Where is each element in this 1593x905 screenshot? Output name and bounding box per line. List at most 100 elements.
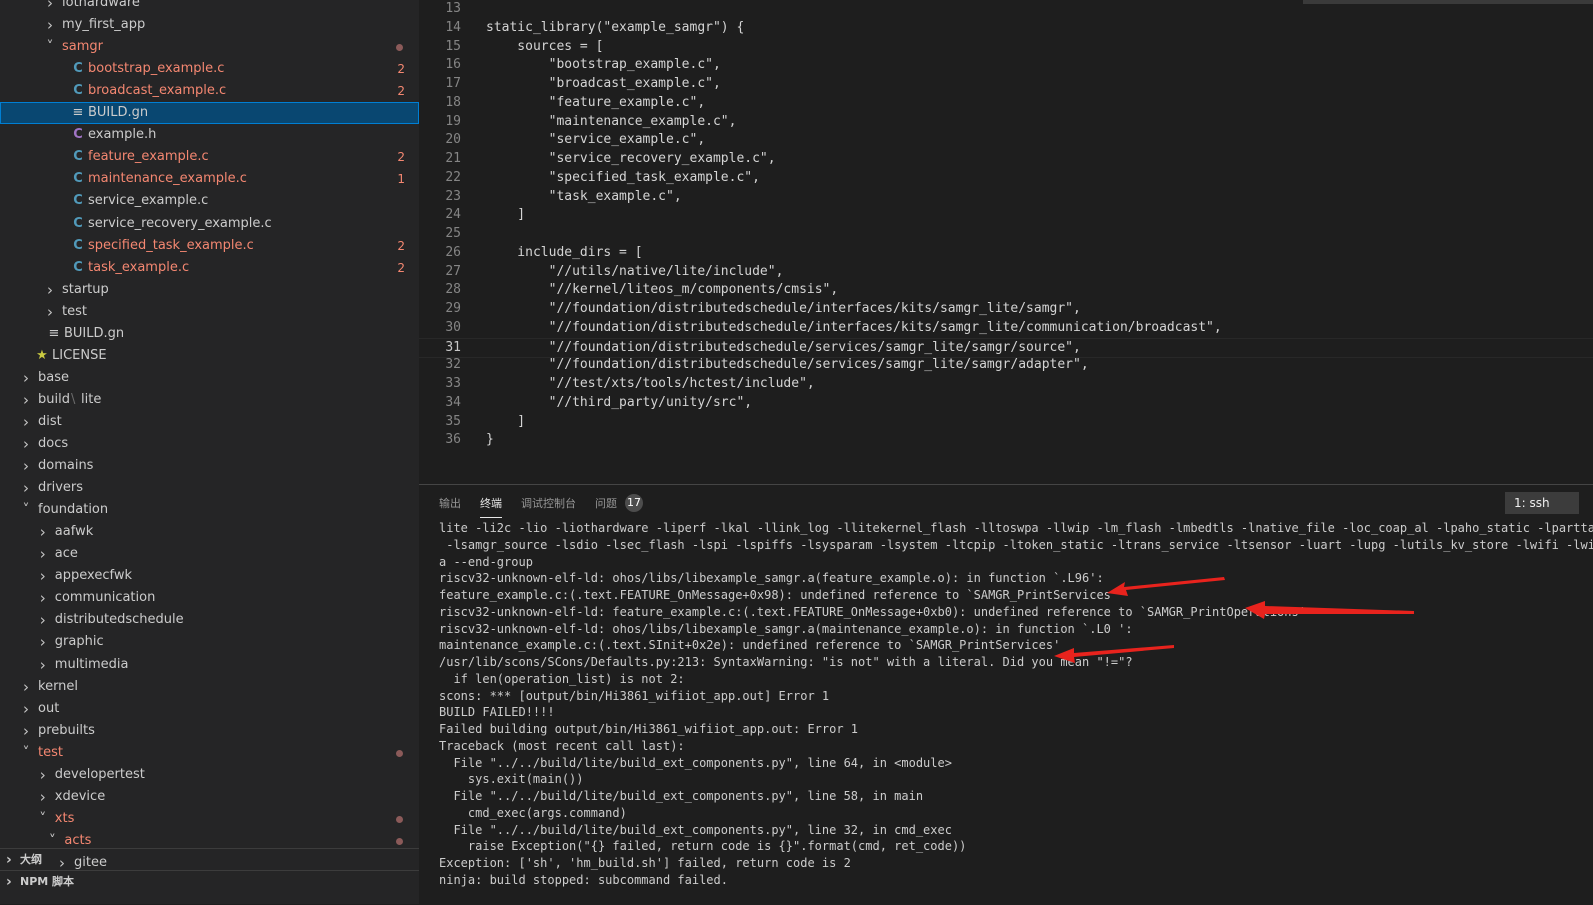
chevron-right-icon[interactable]: › (44, 279, 56, 301)
tab-output[interactable]: 输出 (439, 495, 461, 517)
chevron-right-icon[interactable]: › (37, 609, 49, 631)
chevron-right-icon[interactable]: › (37, 587, 49, 609)
code-line[interactable]: 27 "//utils/native/lite/include", (419, 263, 1593, 282)
code-line[interactable]: 28 "//kernel/liteos_m/components/cmsis", (419, 281, 1593, 300)
chevron-right-icon[interactable]: › (44, 14, 56, 36)
tree-item[interactable]: Cservice_recovery_example.c (0, 213, 419, 235)
tree-item[interactable]: › prebuilts (0, 720, 419, 742)
code-line[interactable]: 30 "//foundation/distributedschedule/int… (419, 319, 1593, 338)
tree-item[interactable]: Cspecified_task_example.c 2 (0, 235, 419, 257)
tree-item[interactable]: › kernel (0, 676, 419, 698)
code-line[interactable]: 15 sources = [ (419, 38, 1593, 57)
code-line[interactable]: 35 ] (419, 413, 1593, 432)
code-line[interactable]: 22 "specified_task_example.c", (419, 169, 1593, 188)
chevron-right-icon[interactable]: › (20, 720, 32, 742)
chevron-right-icon[interactable]: › (44, 301, 56, 323)
tree-item[interactable]: › test (0, 301, 419, 323)
tree-item[interactable]: › graphic (0, 631, 419, 653)
tree-item[interactable]: Cmaintenance_example.c 1 (0, 168, 419, 190)
code-line[interactable]: 17 "broadcast_example.c", (419, 75, 1593, 94)
chevron-down-icon[interactable]: ˅ (20, 742, 32, 764)
tree-item[interactable]: › developertest (0, 764, 419, 786)
code-line[interactable]: 31 "//foundation/distributedschedule/ser… (419, 337, 1593, 359)
tree-item[interactable]: Cbootstrap_example.c 2 (0, 58, 419, 80)
tree-item[interactable]: ★ LICENSE (0, 345, 419, 367)
tree-item[interactable]: ˅ xts (0, 808, 419, 830)
tree-item[interactable]: ˅ samgr (0, 36, 419, 58)
code-line[interactable]: 14 static_library("example_samgr") { (419, 19, 1593, 38)
tree-item[interactable]: › out (0, 698, 419, 720)
tree-item[interactable]: › dist (0, 411, 419, 433)
tree-item[interactable]: ˅ foundation (0, 499, 419, 521)
chevron-right-icon[interactable]: › (37, 654, 49, 676)
code-line[interactable]: 23 "task_example.c", (419, 188, 1593, 207)
chevron-right-icon[interactable]: › (37, 786, 49, 808)
chevron-down-icon[interactable]: ˅ (44, 36, 56, 58)
chevron-right-icon[interactable]: › (37, 631, 49, 653)
chevron-down-icon[interactable]: ˅ (37, 808, 49, 830)
tree-item[interactable]: › base (0, 367, 419, 389)
code-line[interactable]: 34 "//third_party/unity/src", (419, 394, 1593, 413)
outline-section[interactable]: › 大纲 (0, 848, 419, 871)
chevron-right-icon[interactable]: › (37, 764, 49, 786)
tree-item[interactable]: › domains (0, 455, 419, 477)
code-line[interactable]: 29 "//foundation/distributedschedule/int… (419, 300, 1593, 319)
chevron-right-icon[interactable]: › (37, 565, 49, 587)
chevron-right-icon[interactable]: › (6, 849, 12, 871)
tab-debug-console[interactable]: 调试控制台 (521, 495, 576, 517)
chevron-right-icon[interactable]: › (20, 698, 32, 720)
tree-item[interactable]: ≡ BUILD.gn (0, 102, 419, 125)
code-editor[interactable]: 13 14 static_library("example_samgr") {15 … (419, 0, 1593, 484)
chevron-right-icon[interactable]: › (20, 367, 32, 389)
chevron-right-icon[interactable]: › (20, 455, 32, 477)
npm-scripts-section[interactable]: › NPM 脚本 (0, 870, 419, 893)
chevron-right-icon[interactable]: › (37, 543, 49, 565)
chevron-right-icon[interactable]: › (20, 433, 32, 455)
tree-item[interactable]: Cbroadcast_example.c 2 (0, 80, 419, 102)
tree-item[interactable]: › aafwk (0, 521, 419, 543)
tree-item[interactable]: › communication (0, 587, 419, 609)
tree-item[interactable]: › multimedia (0, 654, 419, 676)
chevron-right-icon[interactable]: › (20, 389, 32, 411)
tree-item[interactable]: Cservice_example.c (0, 190, 419, 212)
tree-item[interactable]: › xdevice (0, 786, 419, 808)
code-text: "//foundation/distributedschedule/servic… (486, 339, 1081, 355)
tab-problems[interactable]: 问题 (595, 495, 617, 517)
chevron-right-icon[interactable]: › (20, 477, 32, 499)
tree-item[interactable]: › drivers (0, 477, 419, 499)
code-line[interactable]: 16 "bootstrap_example.c", (419, 56, 1593, 75)
terminal-selector[interactable]: 1: ssh (1505, 492, 1579, 514)
code-line[interactable]: 26 include_dirs = [ (419, 244, 1593, 263)
tree-item[interactable]: › appexecfwk (0, 565, 419, 587)
code-line[interactable]: 32 "//foundation/distributedschedule/ser… (419, 356, 1593, 375)
tree-item[interactable]: ≡ BUILD.gn (0, 323, 419, 345)
tree-item[interactable]: › ace (0, 543, 419, 565)
chevron-right-icon[interactable]: › (44, 0, 56, 14)
code-line[interactable]: 18 "feature_example.c", (419, 94, 1593, 113)
tree-item[interactable]: ˅ test (0, 742, 419, 764)
tree-item[interactable]: › startup (0, 279, 419, 301)
chevron-down-icon[interactable]: ˅ (20, 499, 32, 521)
tree-item[interactable]: › build \ lite (0, 389, 419, 411)
chevron-right-icon[interactable]: › (20, 676, 32, 698)
chevron-right-icon[interactable]: › (20, 411, 32, 433)
code-line[interactable]: 13 (419, 0, 1593, 19)
tree-item[interactable]: Cfeature_example.c 2 (0, 146, 419, 168)
tree-item[interactable]: › distributedschedule (0, 609, 419, 631)
tree-item[interactable]: › docs (0, 433, 419, 455)
tab-terminal[interactable]: 终端 (480, 495, 502, 518)
code-line[interactable]: 20 "service_example.c", (419, 131, 1593, 150)
chevron-right-icon[interactable]: › (6, 871, 12, 893)
line-number: 33 (445, 376, 461, 391)
tree-item[interactable]: › iothardware (0, 0, 419, 14)
chevron-right-icon[interactable]: › (37, 521, 49, 543)
code-line[interactable]: 19 "maintenance_example.c", (419, 113, 1593, 132)
code-line[interactable]: 25 (419, 225, 1593, 244)
code-line[interactable]: 24 ] (419, 206, 1593, 225)
tree-item[interactable]: › my_first_app (0, 14, 419, 36)
code-line[interactable]: 33 "//test/xts/tools/hctest/include", (419, 375, 1593, 394)
code-line[interactable]: 36} (419, 431, 1593, 450)
tree-item[interactable]: Ctask_example.c 2 (0, 257, 419, 279)
tree-item[interactable]: Cexample.h (0, 124, 419, 146)
code-line[interactable]: 21 "service_recovery_example.c", (419, 150, 1593, 169)
